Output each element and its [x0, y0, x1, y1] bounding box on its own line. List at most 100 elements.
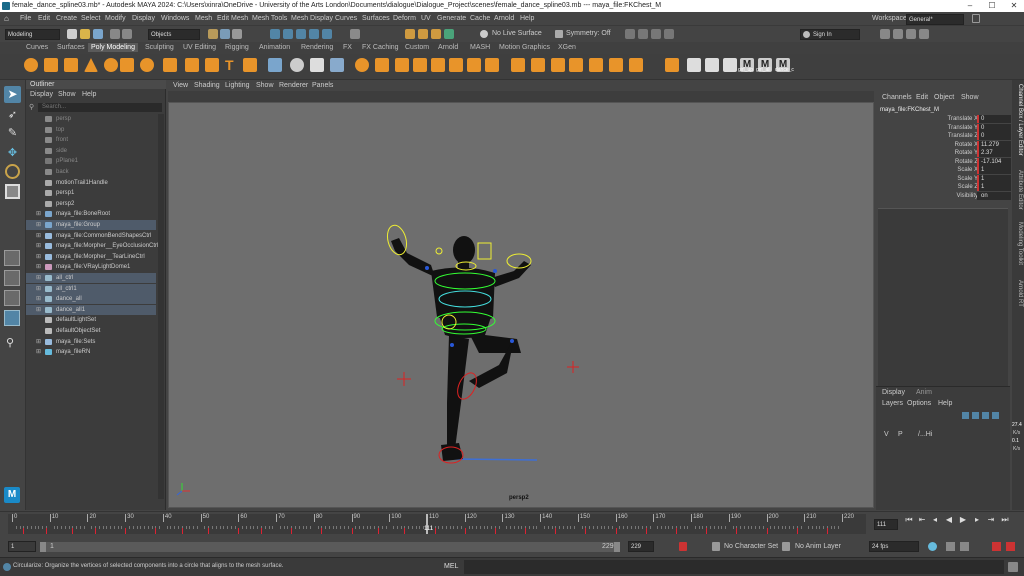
viewport-menu-shading[interactable]: Shading: [194, 82, 220, 89]
attribute-row[interactable]: Scale Z1: [876, 183, 1011, 191]
new-layer-selected-icon[interactable]: [972, 412, 979, 419]
snap-grid-icon[interactable]: [270, 29, 280, 39]
viewport-3d[interactable]: persp2: [168, 102, 874, 508]
fill-hole-icon[interactable]: [449, 58, 463, 72]
attribute-value-field[interactable]: 0: [977, 115, 1011, 123]
sweep-mesh-icon[interactable]: [185, 58, 199, 72]
script-editor-icon[interactable]: [1008, 562, 1018, 572]
new-layer-icon[interactable]: [962, 412, 969, 419]
xray-icon[interactable]: [625, 29, 635, 39]
channelbox-menu-channels[interactable]: Channels: [882, 94, 912, 101]
shelf-tab-xgen[interactable]: XGen: [558, 44, 576, 51]
step-back-frame-icon[interactable]: ◂: [930, 515, 940, 525]
snap-point-icon[interactable]: [296, 29, 306, 39]
outliner-item[interactable]: ⊞ maya_file:CommonBendShapesCtrl: [26, 231, 156, 241]
poly-torus-icon[interactable]: [104, 58, 118, 72]
layer-menu-help[interactable]: Help: [938, 400, 952, 407]
maximize-button[interactable]: ☐: [982, 0, 1002, 12]
outliner-item[interactable]: persp: [26, 114, 156, 124]
menu-file[interactable]: File: [20, 15, 31, 22]
workspace-lock-icon[interactable]: [972, 14, 980, 23]
smooth-icon[interactable]: [310, 58, 324, 72]
shelf-tab-animation[interactable]: Animation: [259, 44, 290, 51]
anim-layer-dropdown[interactable]: No Anim Layer: [795, 543, 841, 550]
append-icon[interactable]: [431, 58, 445, 72]
layer-tab-anim[interactable]: Anim: [916, 389, 932, 396]
redo-icon[interactable]: [122, 29, 132, 39]
poly-plane-icon[interactable]: [120, 58, 134, 72]
toggle-tool-settings-icon[interactable]: [906, 29, 916, 39]
menu-select[interactable]: Select: [81, 15, 100, 22]
unfold-uv-icon[interactable]: [589, 58, 603, 72]
shelf-tab-mash[interactable]: MASH: [470, 44, 490, 51]
extrude-icon[interactable]: [395, 58, 409, 72]
outliner-item[interactable]: ⊞ maya_file:BoneRoot: [26, 209, 156, 219]
shelf-label-girl-all[interactable]: girl_all: [756, 67, 770, 73]
attribute-row[interactable]: Scale X1: [876, 166, 1011, 174]
scale-tool-icon[interactable]: [5, 184, 20, 199]
side-tab-modeling-toolkit[interactable]: Modeling Toolkit: [1013, 222, 1023, 265]
expand-icon[interactable]: ⊞: [36, 294, 41, 304]
attribute-row[interactable]: Rotate Z -17.104: [876, 157, 1011, 166]
attribute-value-field[interactable]: 0: [977, 123, 1011, 132]
viewport-menu-view[interactable]: View: [173, 82, 188, 89]
viewport-menu-panels[interactable]: Panels: [312, 82, 333, 89]
outliner-item[interactable]: back: [26, 167, 156, 177]
go-to-end-icon[interactable]: ⏭: [1000, 515, 1010, 525]
menu-create[interactable]: Create: [56, 15, 77, 22]
shelf-label-girl-up[interactable]: girl_up: [738, 67, 753, 73]
shelf-custom-1-icon[interactable]: [687, 58, 701, 72]
attribute-row[interactable]: Scale Y1: [876, 174, 1011, 183]
attribute-value-field[interactable]: on: [977, 191, 1011, 200]
menu-uv[interactable]: UV: [421, 15, 431, 22]
mirror-icon[interactable]: [355, 58, 369, 72]
shelf-tab-rendering[interactable]: Rendering: [301, 44, 333, 51]
expand-icon[interactable]: ⊞: [36, 305, 41, 315]
toggle-attribute-editor-icon[interactable]: [893, 29, 903, 39]
outliner-menu-help[interactable]: Help: [82, 91, 96, 98]
toggle-layout-icon[interactable]: [919, 29, 929, 39]
select-object-icon[interactable]: [220, 29, 230, 39]
mash-logo-icon[interactable]: M: [4, 487, 20, 503]
shelf-tab-arnold[interactable]: Arnold: [438, 44, 458, 51]
expand-icon[interactable]: ⊞: [36, 231, 41, 241]
expand-icon[interactable]: ⊞: [36, 337, 41, 347]
menu-mesh-tools[interactable]: Mesh Tools: [252, 15, 287, 22]
undo-icon[interactable]: [110, 29, 120, 39]
outliner-item[interactable]: ⊞ all_ctrl1: [26, 283, 156, 294]
outliner-item[interactable]: ⊞ all_ctrl: [26, 273, 156, 283]
render-settings-icon[interactable]: [431, 29, 441, 39]
attribute-value-field[interactable]: 1: [977, 166, 1011, 174]
ipr-render-icon[interactable]: [418, 29, 428, 39]
auto-keyframe-icon[interactable]: [992, 542, 1001, 551]
hypershade-icon[interactable]: [444, 29, 454, 39]
render-view-icon[interactable]: [638, 29, 648, 39]
outliner-item[interactable]: ⊞ maya_file:Morpher__TearLineCtrl: [26, 252, 156, 262]
step-forward-key-icon[interactable]: ⇥: [986, 515, 996, 525]
attribute-value-field[interactable]: 0: [977, 132, 1011, 140]
poly-cube-icon[interactable]: [44, 58, 58, 72]
select-tool-icon[interactable]: ➤: [4, 86, 21, 103]
layer-visibility-toggle[interactable]: V: [884, 431, 889, 438]
rotate-tool-icon[interactable]: [5, 164, 20, 179]
shelf-custom-2-icon[interactable]: [705, 58, 719, 72]
play-backward-icon[interactable]: ◀: [944, 515, 954, 525]
soft-select-icon[interactable]: [651, 29, 661, 39]
viewport-menu-renderer[interactable]: Renderer: [279, 82, 308, 89]
loop-icon[interactable]: [928, 542, 937, 551]
bevel-icon[interactable]: [375, 58, 389, 72]
poly-cylinder-icon[interactable]: [64, 58, 78, 72]
outliner-item[interactable]: persp1: [26, 188, 156, 198]
outliner-item[interactable]: motionTrail1Handle: [26, 178, 156, 188]
layer-tab-display[interactable]: Display: [882, 389, 905, 396]
menu-arnold[interactable]: Arnold: [494, 15, 514, 22]
attribute-value-field[interactable]: 2.37: [977, 149, 1011, 157]
outliner-item[interactable]: pPlane1: [26, 156, 156, 166]
shelf-tab-custom[interactable]: Custom: [405, 44, 429, 51]
toggle-channelbox-icon[interactable]: [880, 29, 890, 39]
outliner-item[interactable]: ⊞ dance_all1: [26, 304, 156, 315]
side-tab-arnold-rt[interactable]: Arnold RT: [1013, 280, 1023, 307]
current-frame-field[interactable]: 111: [874, 519, 898, 530]
auto-key-icon[interactable]: [946, 542, 955, 551]
outliner-item[interactable]: defaultLightSet: [26, 315, 156, 325]
